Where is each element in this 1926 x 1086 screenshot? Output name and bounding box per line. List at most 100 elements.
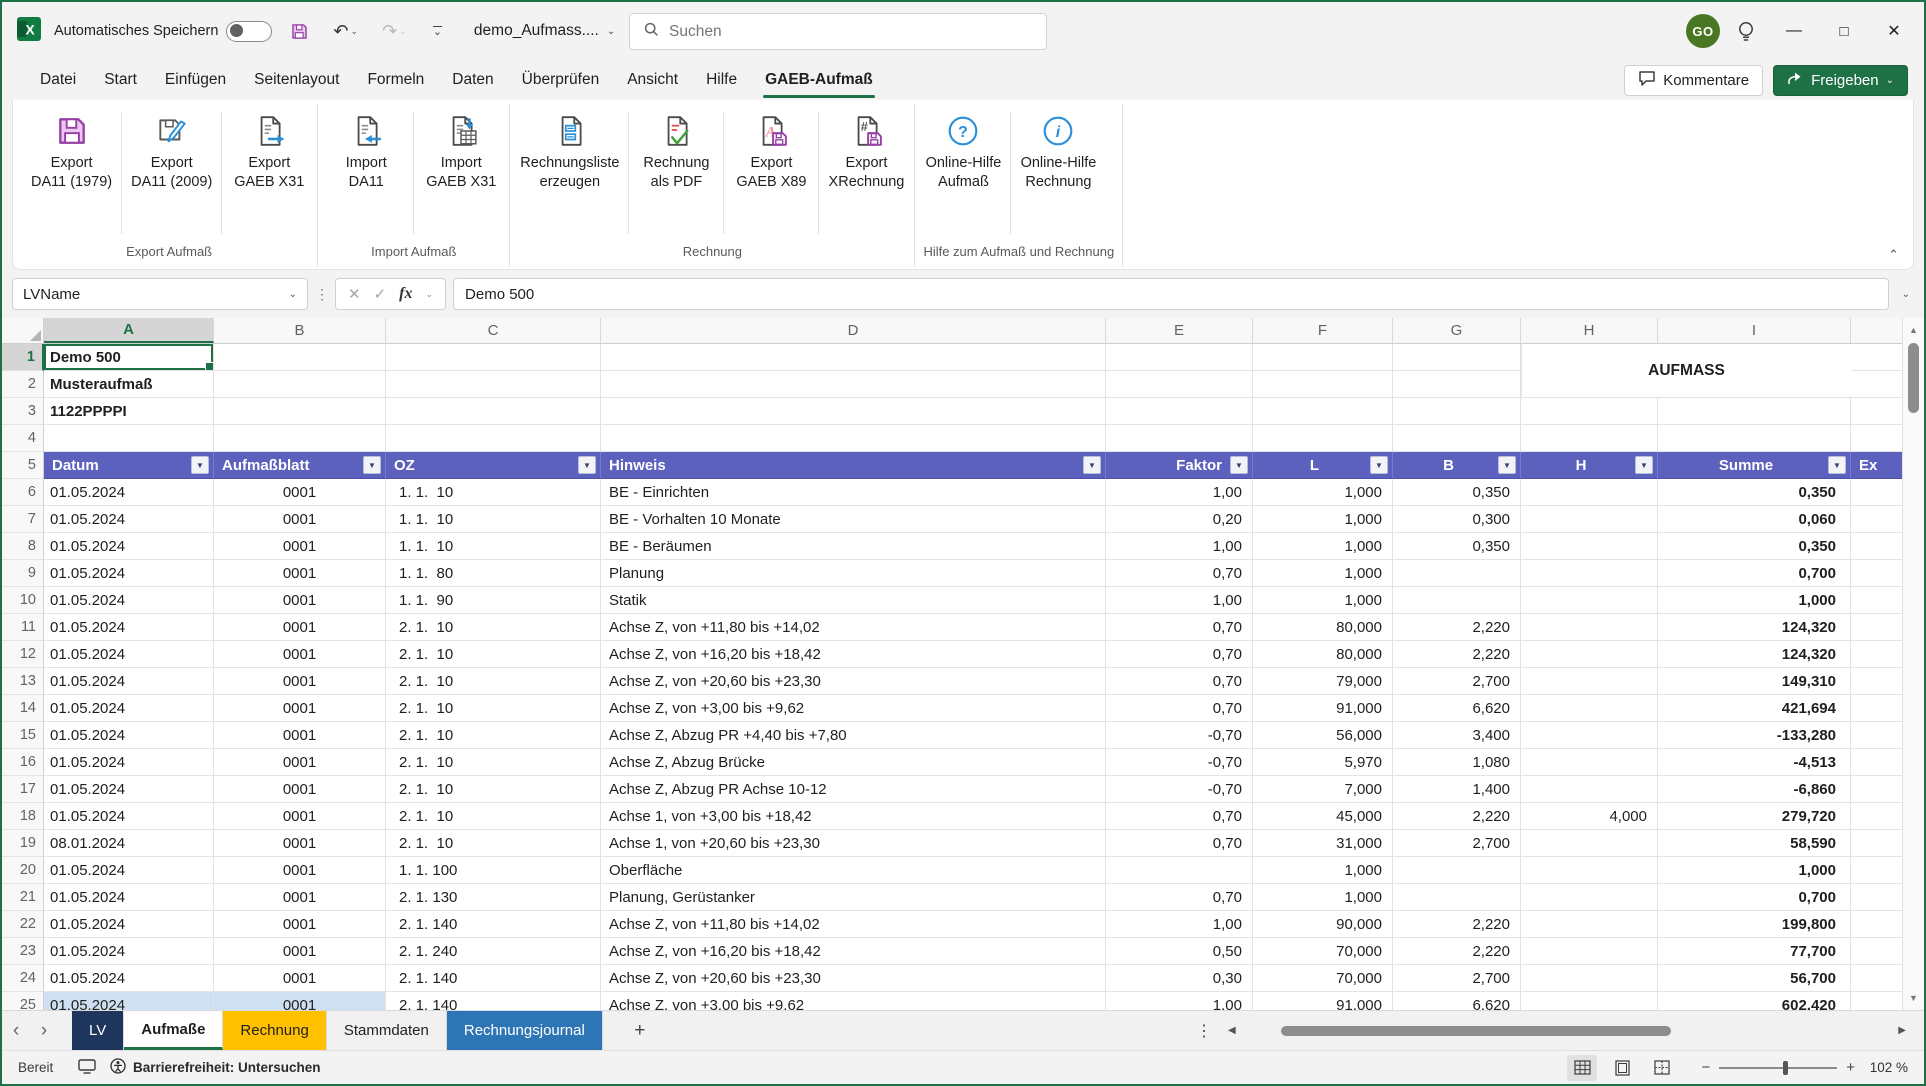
redo-button[interactable]: ↷⌄ <box>376 19 413 44</box>
cancel-entry-icon[interactable]: ✕ <box>348 285 361 303</box>
cell[interactable]: 0001 <box>214 803 386 830</box>
lightbulb-icon[interactable] <box>1726 11 1766 51</box>
cell[interactable]: 31,000 <box>1253 830 1393 857</box>
add-sheet-button[interactable]: + <box>617 1011 663 1050</box>
cell[interactable]: Achse 1, von +20,60 bis +23,30 <box>601 830 1106 857</box>
cell[interactable]: 0001 <box>214 992 386 1010</box>
tab-gaeb-aufma[interactable]: GAEB-Aufmaß <box>751 60 887 100</box>
cell[interactable] <box>601 371 1106 398</box>
cell[interactable]: 0001 <box>214 722 386 749</box>
row-header-9[interactable]: 9 <box>2 560 44 587</box>
previous-sheet-icon[interactable]: ‹ <box>2 1011 30 1050</box>
cell[interactable]: -6,860 <box>1658 776 1851 803</box>
cell[interactable] <box>1851 614 1902 641</box>
cell[interactable]: 70,000 <box>1253 938 1393 965</box>
row-header-16[interactable]: 16 <box>2 749 44 776</box>
cell[interactable]: 2,220 <box>1393 641 1521 668</box>
cell[interactable] <box>1393 398 1521 425</box>
cell[interactable] <box>1851 992 1902 1010</box>
cell[interactable]: 1,000 <box>1253 884 1393 911</box>
column-header-c[interactable]: C <box>386 318 601 343</box>
cell[interactable]: -4,513 <box>1658 749 1851 776</box>
share-button[interactable]: Freigeben ⌄ <box>1773 65 1908 96</box>
cell[interactable]: 01.05.2024 <box>44 965 214 992</box>
cell[interactable]: 08.01.2024 <box>44 830 214 857</box>
cell[interactable]: 58,590 <box>1658 830 1851 857</box>
cell[interactable]: 01.05.2024 <box>44 803 214 830</box>
insert-function-icon[interactable]: fx <box>399 285 412 303</box>
cell[interactable]: 0001 <box>214 884 386 911</box>
cell[interactable] <box>1851 506 1902 533</box>
row-header-11[interactable]: 11 <box>2 614 44 641</box>
table-header-oz[interactable]: OZ▼ <box>386 452 601 479</box>
filter-dropdown-icon[interactable]: ▼ <box>1635 456 1653 474</box>
document-title[interactable]: demo_Aufmass.... ⌄ <box>474 22 615 40</box>
cell[interactable]: 0,50 <box>1106 938 1253 965</box>
cell[interactable]: 1122PPPPI <box>44 398 214 425</box>
minimize-button[interactable]: — <box>1772 10 1816 52</box>
cell[interactable]: 91,000 <box>1253 695 1393 722</box>
cell[interactable]: Achse Z, von +16,20 bis +18,42 <box>601 938 1106 965</box>
cell[interactable]: 01.05.2024 <box>44 749 214 776</box>
row-header-1[interactable]: 1 <box>2 344 44 371</box>
cell[interactable]: 7,000 <box>1253 776 1393 803</box>
row-header-23[interactable]: 23 <box>2 938 44 965</box>
row-header-7[interactable]: 7 <box>2 506 44 533</box>
cell[interactable]: 0001 <box>214 965 386 992</box>
zoom-slider-thumb[interactable] <box>1783 1061 1788 1075</box>
cell[interactable]: 1,000 <box>1253 560 1393 587</box>
cell[interactable] <box>601 398 1106 425</box>
cell[interactable] <box>1851 533 1902 560</box>
cell[interactable]: 2,700 <box>1393 830 1521 857</box>
row-header-6[interactable]: 6 <box>2 479 44 506</box>
cell[interactable]: 1,000 <box>1658 857 1851 884</box>
cell[interactable]: 1,000 <box>1253 857 1393 884</box>
cell[interactable]: 0,70 <box>1106 695 1253 722</box>
cell[interactable] <box>1521 614 1658 641</box>
cell[interactable]: 45,000 <box>1253 803 1393 830</box>
cell[interactable]: 1,400 <box>1393 776 1521 803</box>
cell[interactable]: 0001 <box>214 506 386 533</box>
cell[interactable]: Musteraufmaß <box>44 371 214 398</box>
cell[interactable]: 0001 <box>214 614 386 641</box>
cell[interactable]: -133,280 <box>1658 722 1851 749</box>
table-header-datum[interactable]: Datum▼ <box>44 452 214 479</box>
column-header-partial[interactable] <box>1851 318 1902 343</box>
cell[interactable] <box>1521 398 1658 425</box>
tab-einf-gen[interactable]: Einfügen <box>151 60 240 100</box>
cell[interactable]: 1. 1. 100 <box>386 857 601 884</box>
row-header-21[interactable]: 21 <box>2 884 44 911</box>
ribbon-button-import-da11[interactable]: ImportDA11 <box>320 104 412 194</box>
cell[interactable]: 1. 1. 80 <box>386 560 601 587</box>
cell[interactable] <box>1253 398 1393 425</box>
cell[interactable] <box>214 344 386 371</box>
filter-dropdown-icon[interactable]: ▼ <box>1083 456 1101 474</box>
cell[interactable]: 1,00 <box>1106 479 1253 506</box>
row-header-22[interactable]: 22 <box>2 911 44 938</box>
cell[interactable]: 2,220 <box>1393 911 1521 938</box>
row-header-15[interactable]: 15 <box>2 722 44 749</box>
cell[interactable] <box>1851 641 1902 668</box>
cell[interactable] <box>1521 776 1658 803</box>
cell[interactable]: 0,70 <box>1106 614 1253 641</box>
column-header-b[interactable]: B <box>214 318 386 343</box>
cell[interactable] <box>1521 749 1658 776</box>
cell[interactable]: 0,70 <box>1106 830 1253 857</box>
cell[interactable]: 2. 1. 10 <box>386 641 601 668</box>
scroll-left-icon[interactable]: ◀ <box>1228 1025 1236 1036</box>
tab-seitenlayout[interactable]: Seitenlayout <box>240 60 353 100</box>
cell[interactable] <box>386 425 601 452</box>
scroll-right-icon[interactable]: ▶ <box>1898 1025 1906 1036</box>
cell[interactable]: 01.05.2024 <box>44 857 214 884</box>
table-header-l[interactable]: L▼ <box>1253 452 1393 479</box>
formula-input-field[interactable] <box>453 278 1889 310</box>
cell[interactable] <box>1521 884 1658 911</box>
cell[interactable]: 2,220 <box>1393 938 1521 965</box>
cell[interactable] <box>601 425 1106 452</box>
horizontal-scroll-thumb[interactable] <box>1281 1026 1671 1036</box>
scroll-up-icon[interactable]: ▲ <box>1909 322 1918 338</box>
tab-start[interactable]: Start <box>90 60 151 100</box>
ribbon-button-export-gaeb-x89[interactable]: AExportGAEB X89 <box>725 104 817 194</box>
page-break-view-button[interactable] <box>1647 1055 1677 1081</box>
cell[interactable]: 01.05.2024 <box>44 722 214 749</box>
